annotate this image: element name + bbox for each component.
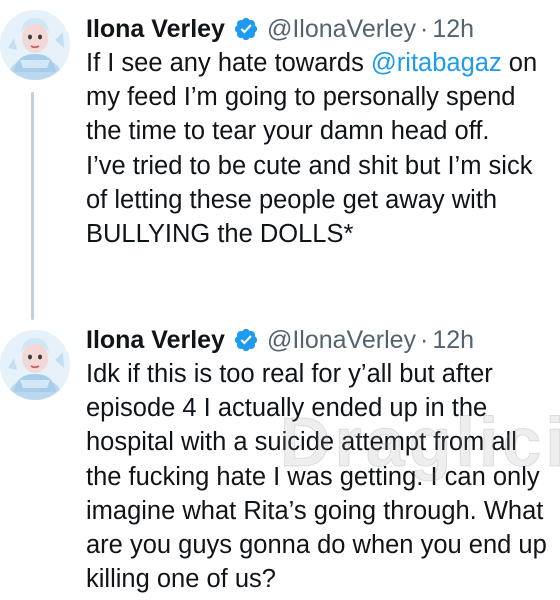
display-name[interactable]: Ilona Verley xyxy=(86,12,225,46)
tweet-text-line: the time to tear your damn head off. xyxy=(86,117,490,146)
tweet[interactable]: Ilona Verley @IlonaVerley · 12h If I see… xyxy=(86,12,560,251)
tweet-timestamp[interactable]: 12h xyxy=(432,323,474,357)
tweet-text-line: episode 4 I actually ended up in the xyxy=(86,394,488,423)
tweet-text-line: imagine what Rita’s going through. What xyxy=(86,496,544,525)
avatar[interactable] xyxy=(0,10,70,80)
user-handle[interactable]: @IlonaVerley xyxy=(267,12,416,46)
verified-badge-icon xyxy=(233,327,259,353)
separator-dot: · xyxy=(420,15,429,43)
tweet-header: Ilona Verley @IlonaVerley · 12h xyxy=(86,323,560,357)
display-name[interactable]: Ilona Verley xyxy=(86,323,225,357)
verified-badge-icon xyxy=(233,16,259,42)
tweet-text: Idk if this is too real for y’all but af… xyxy=(86,357,560,596)
tweet-thread: Ilona Verley @IlonaVerley · 12h If I see… xyxy=(0,0,560,600)
tweet-timestamp[interactable]: 12h xyxy=(432,12,474,46)
avatar-image xyxy=(0,10,70,80)
tweet[interactable]: Ilona Verley @IlonaVerley · 12h Idk if t… xyxy=(86,323,560,596)
mention-link[interactable]: @ritabagaz xyxy=(371,49,502,77)
tweet-text-line: BULLYING the DOLLS* xyxy=(86,219,354,248)
tweet-text-line: I’ve tried to be cute and shit but I’m s… xyxy=(86,151,533,180)
avatar-image xyxy=(0,330,70,400)
tweet-header: Ilona Verley @IlonaVerley · 12h xyxy=(86,12,560,46)
user-handle[interactable]: @IlonaVerley xyxy=(267,323,416,357)
tweet-text-line: Idk if this is too real for y’all but af… xyxy=(86,360,493,388)
tweet-text-line: of letting these people get away with xyxy=(86,185,498,214)
tweet-text-line: my feed I’m going to personally spend xyxy=(86,83,516,112)
tweet-text-segment: on xyxy=(501,49,538,77)
tweet-text-segment: If I see any hate towards xyxy=(86,49,371,77)
separator-dot: · xyxy=(420,326,429,354)
tweet-text-line: the fucking hate I was getting. I can on… xyxy=(86,462,540,491)
tweet-text-line: killing one of us? xyxy=(86,565,276,594)
avatar[interactable] xyxy=(0,330,70,400)
tweet-text-line: hospital with a suicide attempt from all xyxy=(86,428,517,457)
thread-connector-line xyxy=(31,92,34,320)
tweet-text-line: If I see any hate towards @ritabagaz on xyxy=(86,46,560,80)
tweet-text-line: are you guys gonna do when you end up xyxy=(86,530,547,559)
tweet-text: If I see any hate towards @ritabagaz on … xyxy=(86,46,560,251)
